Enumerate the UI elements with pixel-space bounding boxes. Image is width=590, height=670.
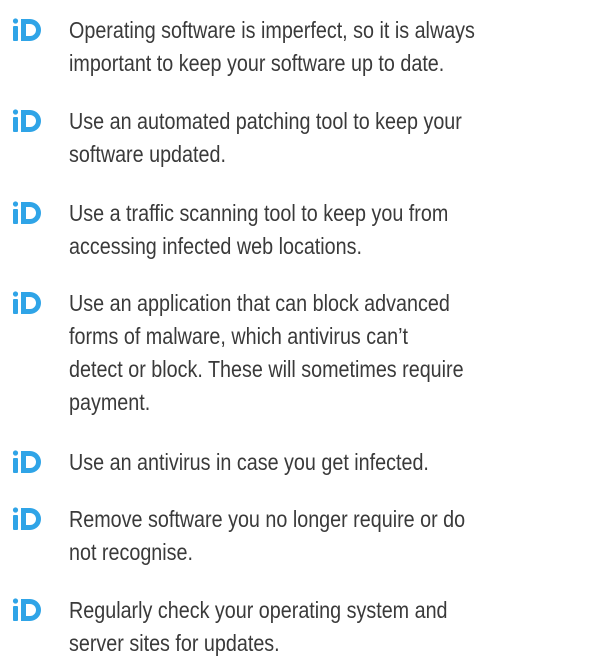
- tip-text: Use an application that can block advanc…: [69, 290, 464, 415]
- id-logo-icon: [12, 201, 41, 224]
- tip-text: Use an automated patching tool to keep y…: [69, 108, 462, 167]
- tip-text: Operating software is imperfect, so it i…: [69, 17, 475, 76]
- id-logo-icon: [12, 507, 41, 530]
- id-logo-icon: [12, 109, 41, 132]
- tip-text: Remove software you no longer require or…: [69, 506, 466, 565]
- id-logo-icon: [12, 598, 41, 621]
- id-logo-icon: [12, 18, 41, 41]
- id-logo-icon: [12, 450, 41, 473]
- tip-text: Regularly check your operating system an…: [69, 597, 448, 656]
- id-logo-icon: [12, 291, 41, 314]
- tip-text: Use a traffic scanning tool to keep you …: [69, 200, 449, 259]
- tip-text: Use an antivirus in case you get infecte…: [69, 449, 429, 475]
